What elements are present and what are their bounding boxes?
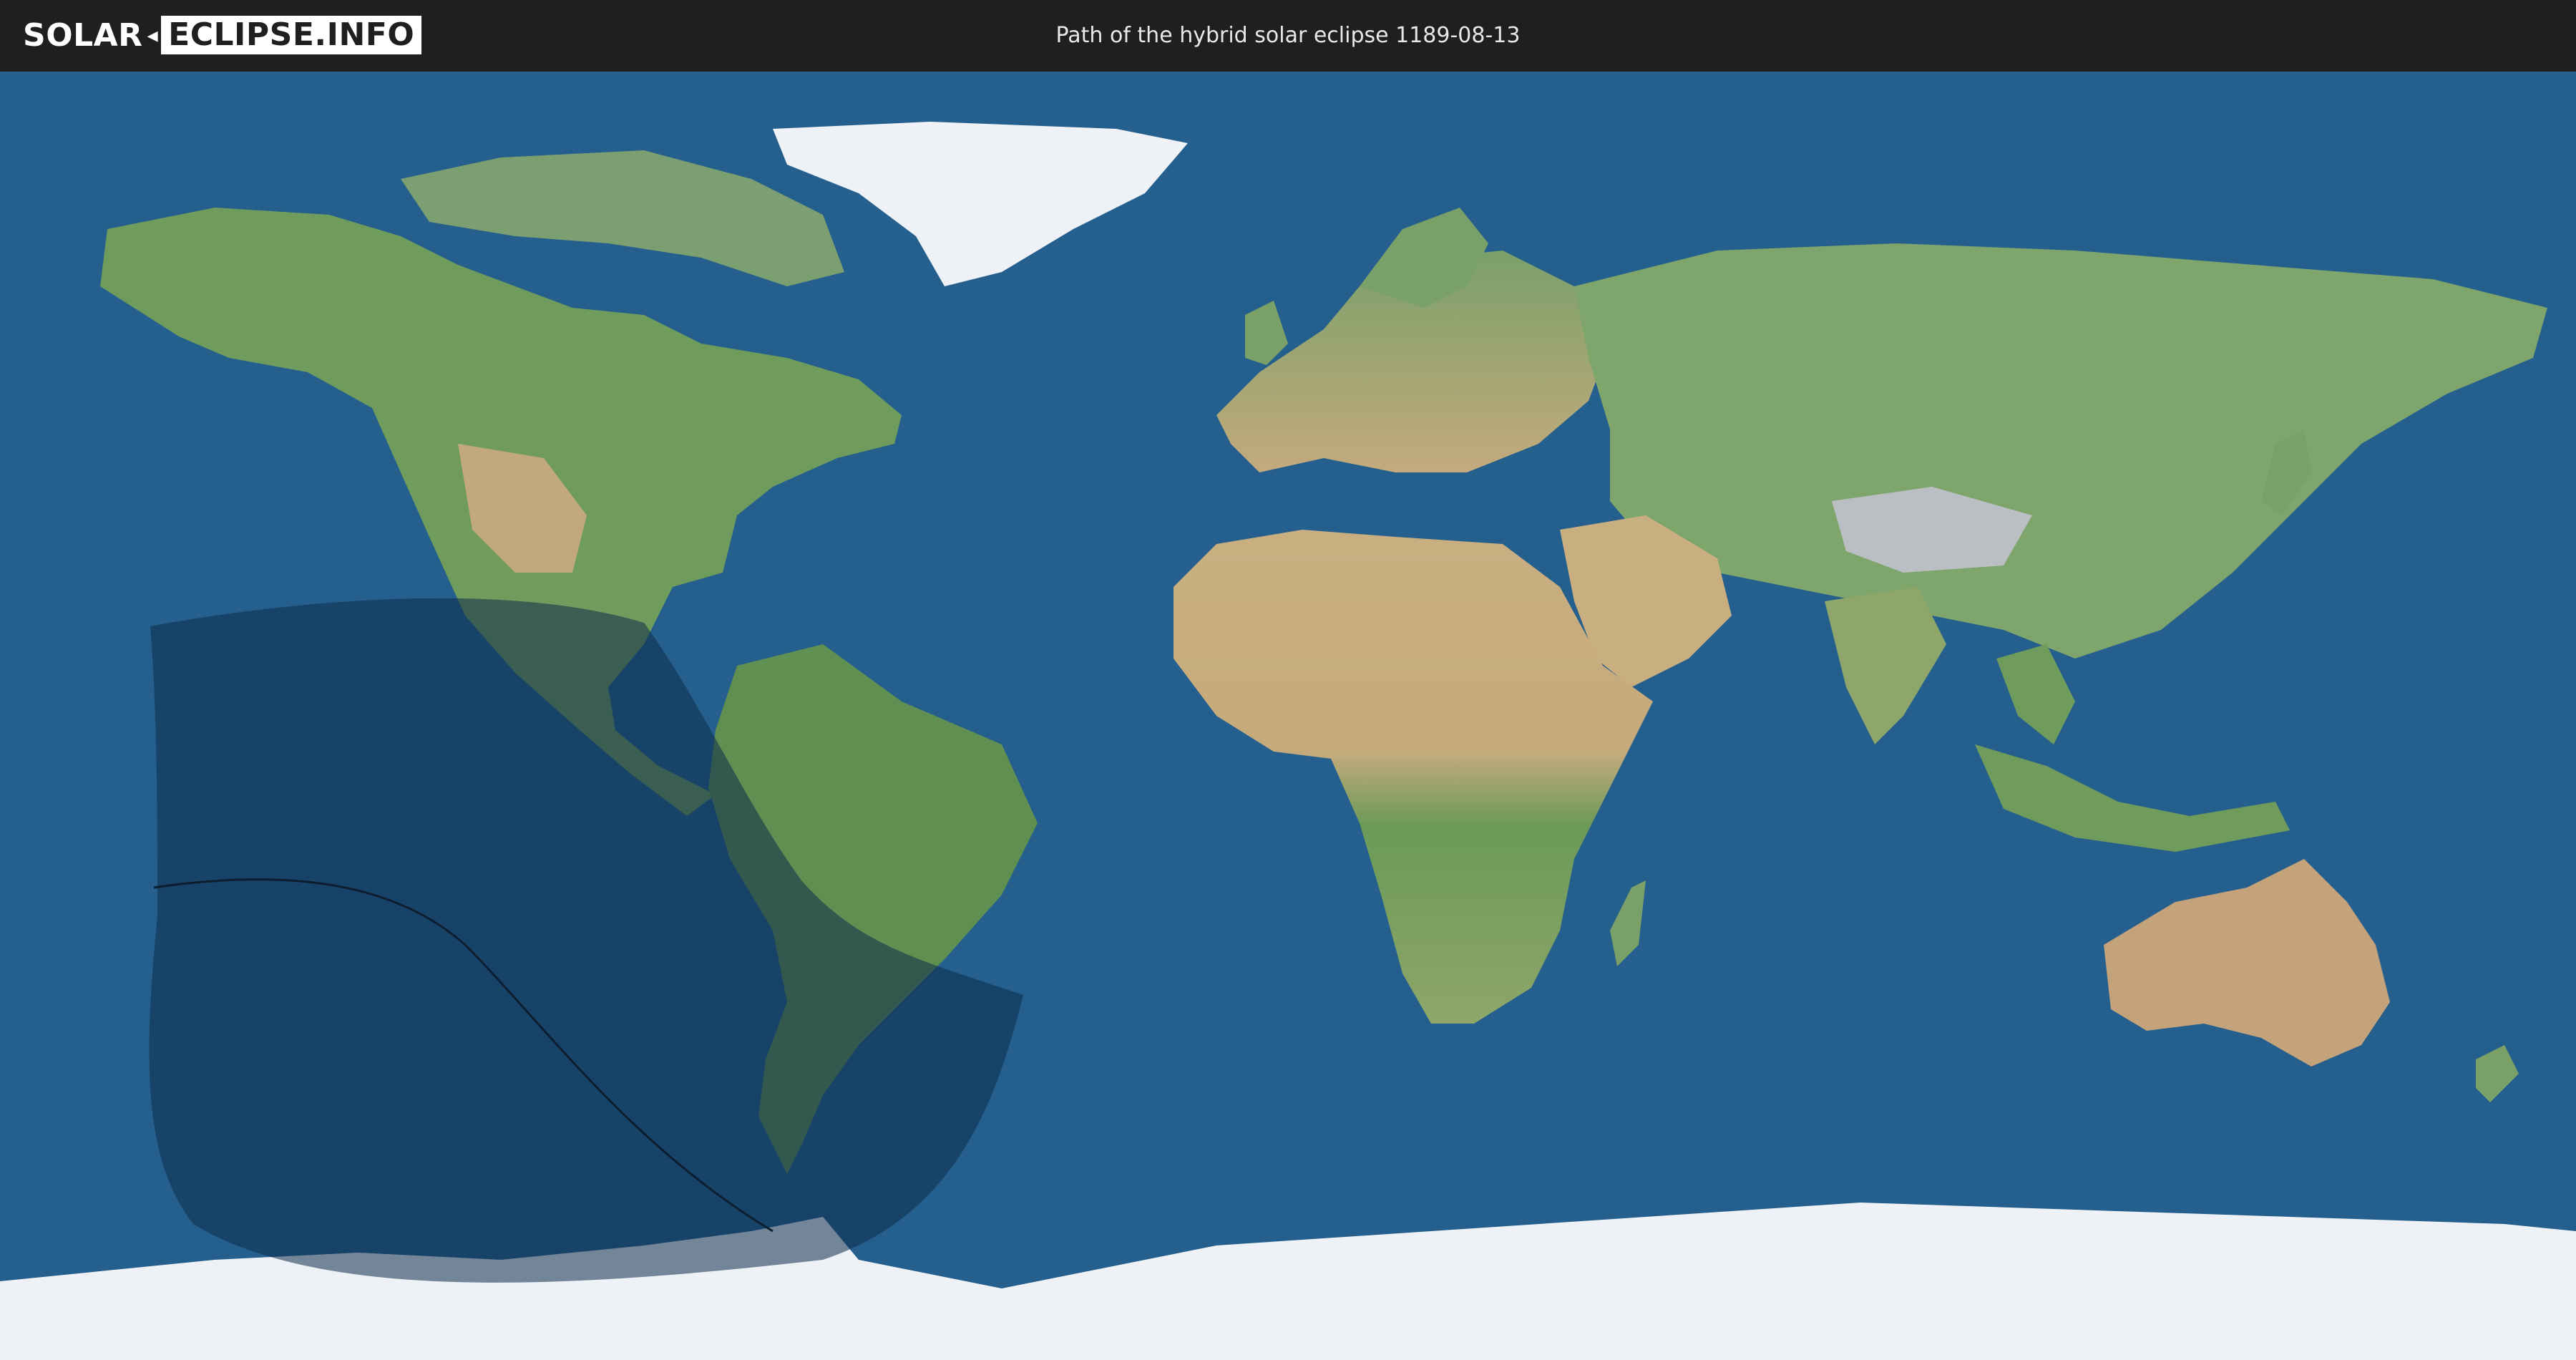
world-map	[0, 72, 2576, 1360]
page-title: Path of the hybrid solar eclipse 1189-08…	[1055, 23, 1521, 48]
header-bar: SOLAR ◂ ECLIPSE.INFO Path of the hybrid …	[0, 0, 2576, 72]
